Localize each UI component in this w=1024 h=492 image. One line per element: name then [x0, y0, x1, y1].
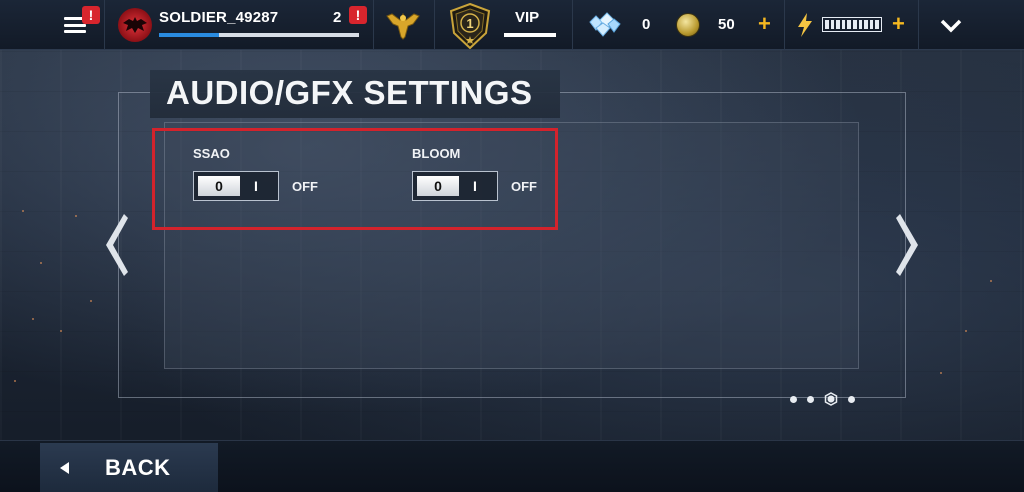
page-dot-active	[824, 392, 838, 406]
bloom-toggle[interactable]: 0 I	[412, 171, 498, 201]
toggle-knob: 0	[417, 176, 459, 196]
energy-bolt-icon	[798, 13, 812, 37]
energy-segment	[830, 20, 835, 29]
energy-segment	[875, 20, 879, 29]
gems-icon	[589, 12, 621, 37]
energy-segment	[852, 20, 857, 29]
previous-page-arrow-icon[interactable]	[100, 210, 130, 280]
page-dot[interactable]	[790, 395, 797, 403]
page-indicator	[790, 390, 860, 408]
player-emblem-icon[interactable]	[118, 8, 152, 42]
bloom-label: BLOOM	[412, 146, 461, 161]
energy-segment	[847, 20, 851, 29]
energy-segment	[825, 20, 829, 29]
wings-emblem-icon[interactable]	[386, 10, 420, 40]
energy-segment	[864, 20, 868, 29]
rank-shield-icon[interactable]: 1	[448, 3, 492, 49]
divider	[918, 0, 919, 50]
coin-icon	[676, 13, 700, 37]
divider	[784, 0, 785, 50]
gems-count: 0	[642, 16, 651, 33]
coins-count: 50	[718, 16, 735, 33]
add-coins-button[interactable]: +	[758, 13, 771, 35]
energy-segment	[836, 20, 840, 29]
top-bar: ! SOLDIER_49287 2 ! 1 VIP 0 50 + +	[0, 0, 1024, 50]
rank-number: 1	[466, 16, 473, 31]
level-alert-badge: !	[349, 6, 367, 24]
toggle-knob: 0	[198, 176, 240, 196]
player-level: 2	[333, 9, 342, 26]
vip-label[interactable]: VIP	[515, 9, 539, 26]
toggle-on-mark: I	[473, 178, 477, 194]
xp-progress-fill	[159, 33, 219, 37]
energy-segment	[858, 20, 863, 29]
page-dot[interactable]	[807, 395, 814, 403]
energy-segment	[869, 20, 874, 29]
ssao-state: OFF	[292, 179, 318, 194]
back-arrow-icon	[60, 461, 69, 474]
divider	[434, 0, 435, 50]
toggle-on-mark: I	[254, 178, 258, 194]
back-button[interactable]: BACK	[40, 443, 218, 492]
page-dot[interactable]	[848, 395, 855, 403]
menu-alert-badge: !	[82, 6, 100, 24]
next-page-arrow-icon[interactable]	[894, 210, 924, 280]
add-energy-button[interactable]: +	[892, 13, 905, 35]
bloom-state: OFF	[511, 179, 537, 194]
vip-progress-bar	[504, 33, 556, 37]
divider	[572, 0, 573, 50]
player-name[interactable]: SOLDIER_49287	[159, 9, 278, 26]
page-title: AUDIO/GFX SETTINGS	[166, 74, 533, 111]
ssao-label: SSAO	[193, 146, 230, 161]
chevron-down-icon[interactable]	[938, 14, 964, 36]
xp-progress-bar	[159, 33, 359, 37]
ssao-toggle[interactable]: 0 I	[193, 171, 279, 201]
energy-segment	[841, 20, 846, 29]
energy-bar	[822, 17, 882, 32]
back-label: BACK	[105, 454, 171, 480]
divider	[104, 0, 105, 50]
divider	[373, 0, 374, 50]
